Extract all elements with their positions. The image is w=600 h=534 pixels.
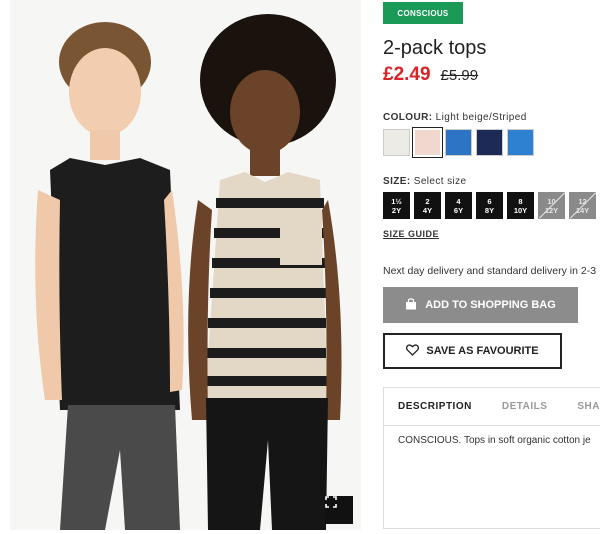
size-age: 10 [547,196,556,206]
selected-colour: Light beige/Striped [435,112,527,123]
product-title: 2-pack tops [383,37,487,59]
size-option-unavailable: 12 14Y [569,192,596,219]
size-age: 4 [456,196,461,206]
conscious-badge: CONSCIOUS [383,2,463,24]
swatch-light-beige[interactable] [412,127,443,158]
product-info-panel: DESCRIPTION DETAILS SHA CONSCIOUS. Tops … [383,387,600,529]
size-option[interactable]: 2 4Y [414,192,441,219]
size-label: SIZE: Select size [383,176,467,187]
heart-icon [406,343,420,359]
product-image[interactable] [10,0,361,530]
swatch-navy[interactable] [476,129,503,156]
size-guide-link[interactable]: SIZE GUIDE [383,229,439,239]
swatch-blue[interactable] [445,129,472,156]
size-year: 2Y [391,205,402,215]
price-row: £2.49 £5.99 [383,64,478,86]
save-favourite-button[interactable]: SAVE AS FAVOURITE [383,333,562,369]
size-year: 14Y [575,205,590,215]
size-age: 12 [578,196,587,206]
size-label-title: SIZE: [383,176,411,187]
shopping-bag-icon [405,297,417,313]
size-option[interactable]: 6 8Y [476,192,503,219]
product-photo [10,0,361,530]
fullscreen-button[interactable] [325,496,353,524]
swatch-white[interactable] [383,129,410,156]
size-year: 12Y [544,205,559,215]
size-option[interactable]: 4 6Y [445,192,472,219]
size-age: 8 [518,196,523,206]
description-text: CONSCIOUS. Tops in soft organic cotton j… [398,435,591,446]
tab-description[interactable]: DESCRIPTION [398,401,472,412]
size-option[interactable]: 1½ 2Y [383,192,410,219]
size-year: 8Y [484,205,495,215]
size-age: 2 [425,196,430,206]
size-option[interactable]: 8 10Y [507,192,534,219]
swatch-bright-blue[interactable] [507,129,534,156]
size-year: 10Y [513,205,528,215]
favourite-label: SAVE AS FAVOURITE [426,345,539,357]
delivery-info: Next day delivery and standard delivery … [383,265,597,277]
size-age: 6 [487,196,492,206]
colour-swatches [383,127,534,158]
size-prompt: Select size [413,176,467,187]
info-tabs: DESCRIPTION DETAILS SHA [384,388,600,426]
size-option-unavailable: 10 12Y [538,192,565,219]
colour-label-title: COLOUR: [383,112,433,123]
colour-label: COLOUR: Light beige/Striped [383,112,527,123]
sale-price: £2.49 [383,64,431,85]
original-price: £5.99 [440,67,479,84]
add-to-bag-button[interactable]: ADD TO SHOPPING BAG [383,287,578,323]
tab-sha[interactable]: SHA [577,401,600,412]
tab-details[interactable]: DETAILS [502,401,548,412]
size-age: 1½ [391,196,402,206]
size-options: 1½ 2Y 2 4Y 4 6Y 6 8Y 8 10Y 10 12Y 12 14Y [383,192,596,219]
size-year: 4Y [422,205,433,215]
add-to-bag-label: ADD TO SHOPPING BAG [425,299,556,311]
size-year: 6Y [453,205,464,215]
